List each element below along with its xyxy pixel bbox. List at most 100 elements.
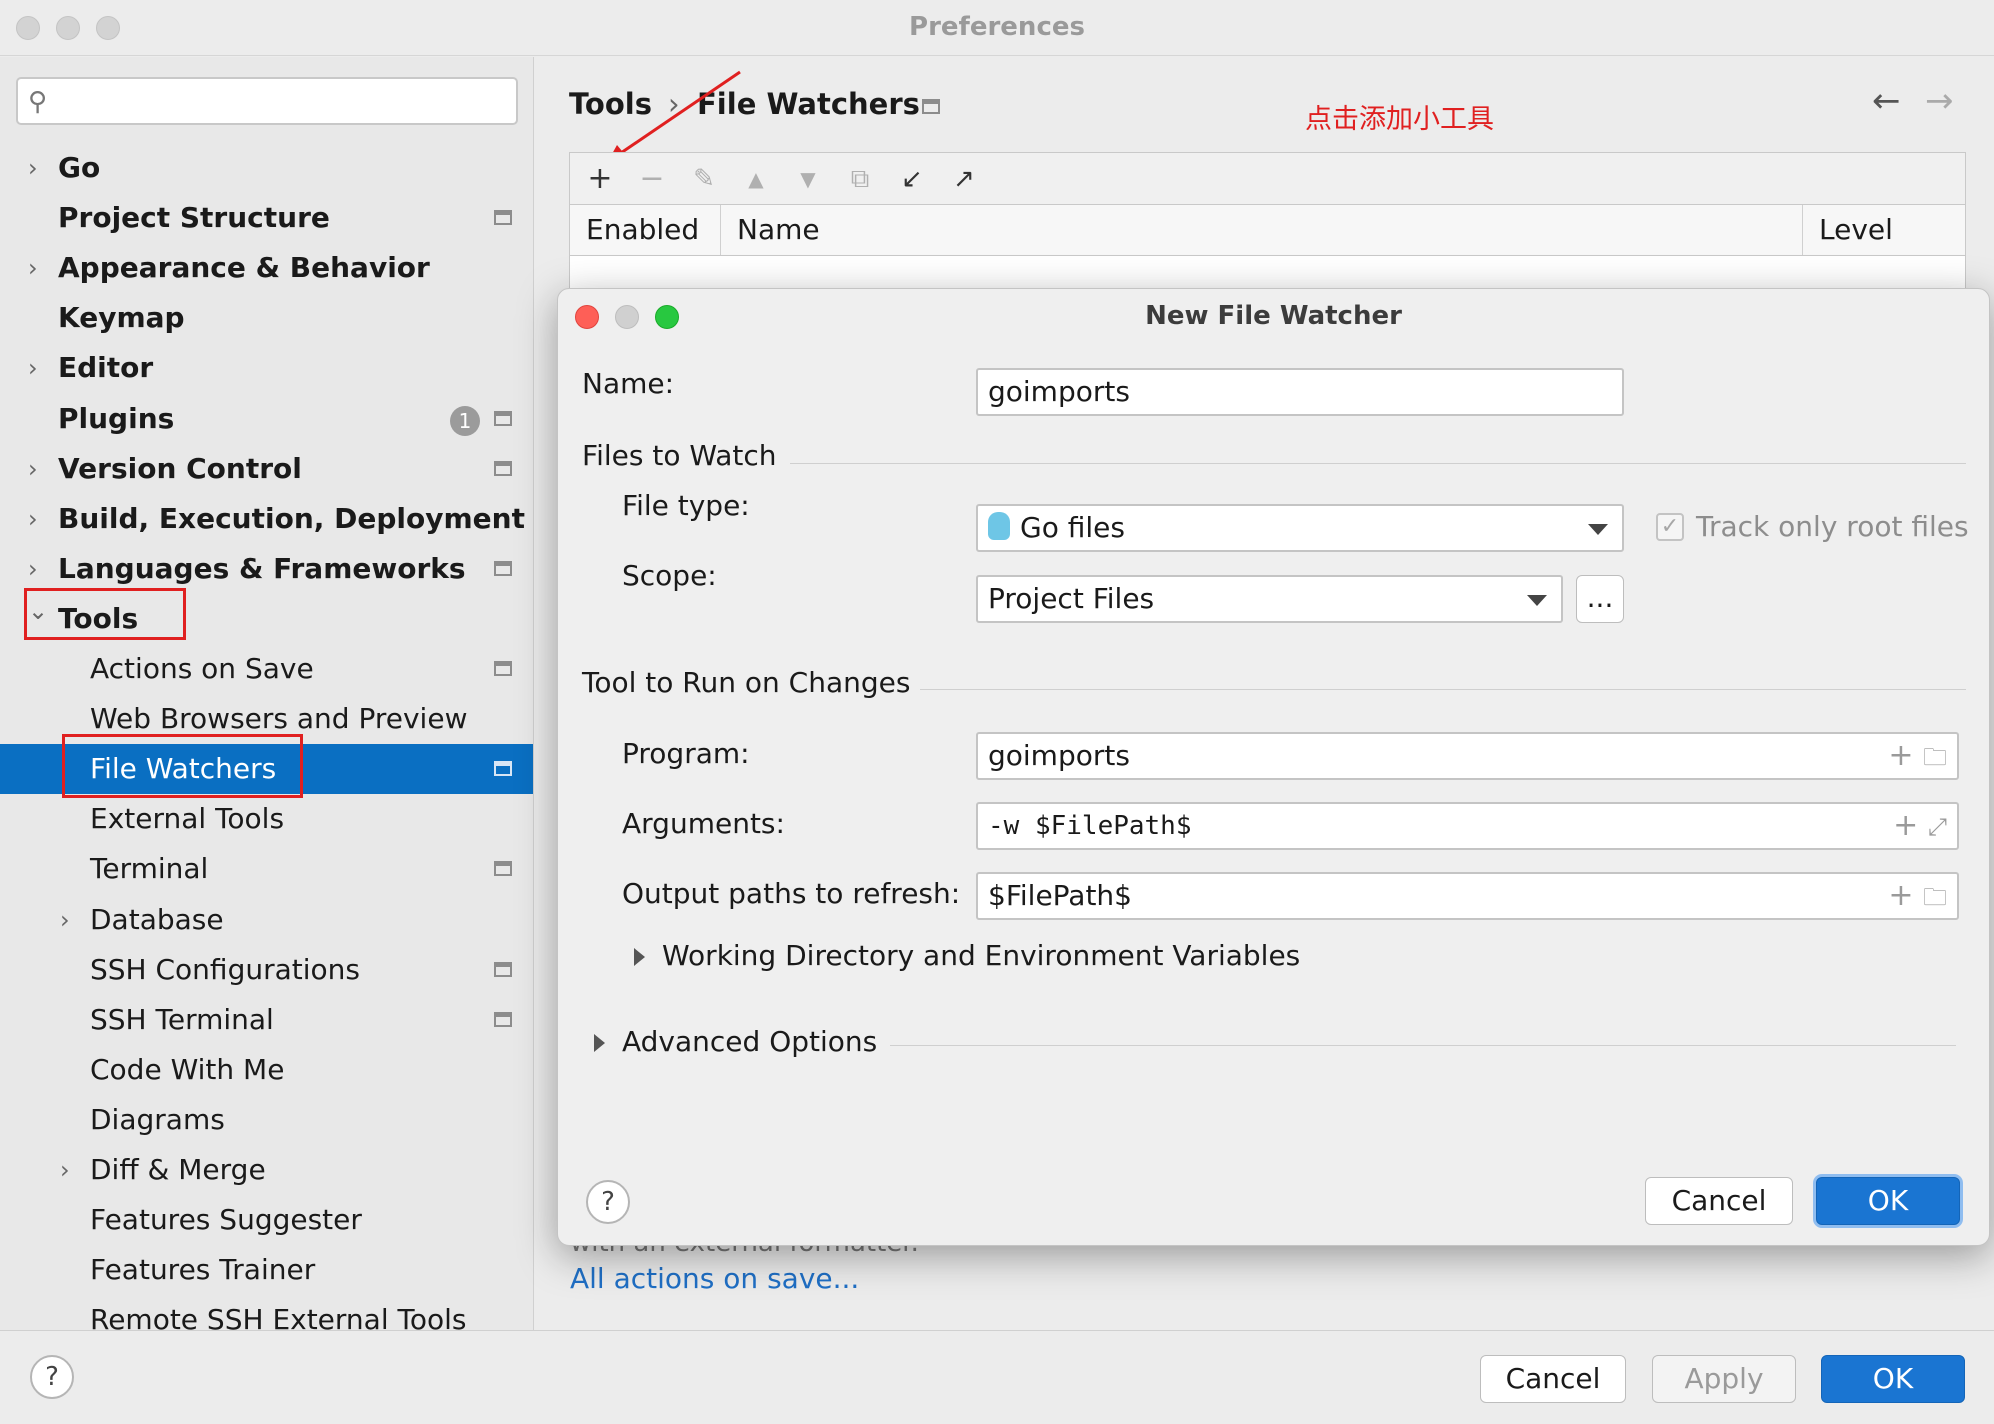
sidebar-item-label: Remote SSH External Tools	[90, 1303, 467, 1330]
sidebar-item-editor[interactable]: › Editor	[0, 343, 533, 393]
add-icon[interactable]: +	[580, 159, 620, 199]
sidebar-item-features-trainer[interactable]: Features Trainer	[0, 1245, 533, 1295]
program-label: Program:	[622, 737, 750, 770]
chevron-right-icon[interactable]: ›	[60, 1145, 70, 1195]
import-icon[interactable]: ↙	[892, 159, 932, 199]
ok-button[interactable]: OK	[1821, 1355, 1965, 1403]
watchers-table-header: Enabled Name Level	[569, 204, 1966, 256]
sidebar-item-diagrams[interactable]: Diagrams	[0, 1095, 533, 1145]
sidebar-item-label: Diff & Merge	[90, 1153, 266, 1186]
file-type-select[interactable]: Go files	[976, 504, 1624, 552]
sidebar-item-label: SSH Configurations	[90, 953, 360, 986]
program-input[interactable]: goimports + 🗀	[976, 732, 1959, 780]
dialog-help-button[interactable]: ?	[586, 1180, 630, 1224]
project-scope-icon	[494, 210, 512, 225]
insert-macro-icon[interactable]: +	[1888, 738, 1913, 773]
remove-icon[interactable]: −	[632, 159, 672, 199]
name-input[interactable]: goimports	[976, 368, 1624, 416]
arguments-label: Arguments:	[622, 807, 785, 840]
help-button[interactable]: ?	[30, 1355, 74, 1399]
sidebar-item-label: Build, Execution, Deployment	[58, 502, 525, 535]
sidebar-item-code-with-me[interactable]: Code With Me	[0, 1045, 533, 1095]
track-root-checkbox[interactable]: ✓	[1656, 513, 1684, 541]
sidebar-item-features-suggester[interactable]: Features Suggester	[0, 1195, 533, 1245]
apply-button[interactable]: Apply	[1652, 1355, 1796, 1403]
column-enabled[interactable]: Enabled	[570, 205, 720, 255]
all-actions-on-save-link[interactable]: All actions on save...	[570, 1262, 859, 1295]
edit-pencil-icon[interactable]: ✎	[684, 159, 724, 199]
output-paths-input[interactable]: $FilePath$ + 🗀	[976, 872, 1959, 920]
scope-select[interactable]: Project Files	[976, 575, 1563, 623]
move-down-icon[interactable]: ▼	[788, 159, 828, 199]
project-scope-icon	[494, 561, 512, 576]
sidebar-item-label: Database	[90, 903, 224, 936]
project-scope-icon	[494, 661, 512, 676]
sidebar-item-label: Actions on Save	[90, 652, 314, 685]
sidebar-item-version-control[interactable]: › Version Control	[0, 444, 533, 494]
dialog-cancel-button[interactable]: Cancel	[1645, 1177, 1793, 1225]
sidebar-item-languages-frameworks[interactable]: › Languages & Frameworks	[0, 544, 533, 594]
sidebar-item-label: Features Trainer	[90, 1253, 316, 1286]
project-scope-icon	[494, 761, 512, 776]
expand-icon[interactable]: ⤢	[1928, 813, 1947, 841]
window-title: Preferences	[909, 12, 1085, 42]
update-count-badge: 1	[450, 406, 480, 436]
highlight-box-file-watchers	[62, 734, 303, 798]
working-directory-toggle[interactable]: Working Directory and Environment Variab…	[662, 939, 1300, 972]
sidebar-item-keymap[interactable]: Keymap	[0, 293, 533, 343]
expand-triangle-icon[interactable]	[594, 1034, 605, 1052]
move-up-icon[interactable]: ▲	[736, 159, 776, 199]
project-scope-icon	[494, 962, 512, 977]
file-type-label: File type:	[622, 489, 750, 522]
advanced-options-toggle[interactable]: Advanced Options	[622, 1025, 877, 1058]
chevron-right-icon[interactable]: ›	[28, 343, 38, 393]
chevron-right-icon[interactable]: ›	[28, 444, 38, 494]
chevron-right-icon[interactable]: ›	[28, 143, 38, 193]
sidebar-item-label: Diagrams	[90, 1103, 225, 1136]
sidebar-item-ssh-terminal[interactable]: SSH Terminal	[0, 995, 533, 1045]
scope-label: Scope:	[622, 559, 717, 592]
sidebar-item-label: Editor	[58, 351, 154, 384]
sidebar-item-project-structure[interactable]: Project Structure	[0, 193, 533, 243]
folder-icon[interactable]: 🗀	[1923, 743, 1947, 771]
sidebar-item-remote-ssh-external-tools[interactable]: Remote SSH External Tools	[0, 1295, 533, 1330]
cancel-button[interactable]: Cancel	[1480, 1355, 1626, 1403]
sidebar-item-label: SSH Terminal	[90, 1003, 274, 1036]
insert-macro-icon[interactable]: +	[1893, 808, 1918, 843]
chevron-right-icon[interactable]: ›	[28, 243, 38, 293]
window-titlebar: Preferences	[0, 0, 1994, 56]
expand-triangle-icon[interactable]	[634, 948, 645, 966]
scope-browse-button[interactable]: ...	[1576, 575, 1624, 623]
sidebar-item-ssh-configurations[interactable]: SSH Configurations	[0, 945, 533, 995]
dialog-ok-button[interactable]: OK	[1816, 1177, 1960, 1225]
section-divider	[790, 463, 1966, 464]
column-level[interactable]: Level	[1802, 205, 1965, 255]
chevron-right-icon[interactable]: ›	[60, 895, 70, 945]
sidebar-item-external-tools[interactable]: External Tools	[0, 794, 533, 844]
insert-macro-icon[interactable]: +	[1888, 878, 1913, 913]
sidebar-item-database[interactable]: › Database	[0, 895, 533, 945]
chevron-down-icon	[1527, 595, 1547, 606]
column-name[interactable]: Name	[720, 205, 1802, 255]
chevron-right-icon[interactable]: ›	[28, 494, 38, 544]
copy-icon[interactable]: ⧉	[840, 159, 880, 199]
sidebar-item-diff-merge[interactable]: › Diff & Merge	[0, 1145, 533, 1195]
folder-icon[interactable]: 🗀	[1923, 883, 1947, 911]
sidebar-item-appearance-behavior[interactable]: › Appearance & Behavior	[0, 243, 533, 293]
sidebar-item-actions-on-save[interactable]: Actions on Save	[0, 644, 533, 694]
sidebar-item-label: Languages & Frameworks	[58, 552, 466, 585]
sidebar-item-terminal[interactable]: Terminal	[0, 844, 533, 894]
sidebar-item-plugins[interactable]: Plugins 1	[0, 394, 533, 444]
sidebar-item-go[interactable]: › Go	[0, 143, 533, 193]
scope-value: Project Files	[988, 582, 1155, 615]
file-type-value: Go files	[1020, 511, 1125, 544]
sidebar-item-build-execution-deployment[interactable]: › Build, Execution, Deployment	[0, 494, 533, 544]
sidebar-item-label: Features Suggester	[90, 1203, 362, 1236]
settings-search-input[interactable]: ⚲	[16, 77, 518, 125]
chevron-down-icon	[1588, 524, 1608, 535]
export-icon[interactable]: ↗	[944, 159, 984, 199]
sidebar-item-label: Code With Me	[90, 1053, 285, 1086]
arguments-input[interactable]: -w $FilePath$ + ⤢	[976, 802, 1959, 850]
project-scope-icon	[494, 411, 512, 426]
files-to-watch-heading: Files to Watch	[582, 439, 777, 472]
